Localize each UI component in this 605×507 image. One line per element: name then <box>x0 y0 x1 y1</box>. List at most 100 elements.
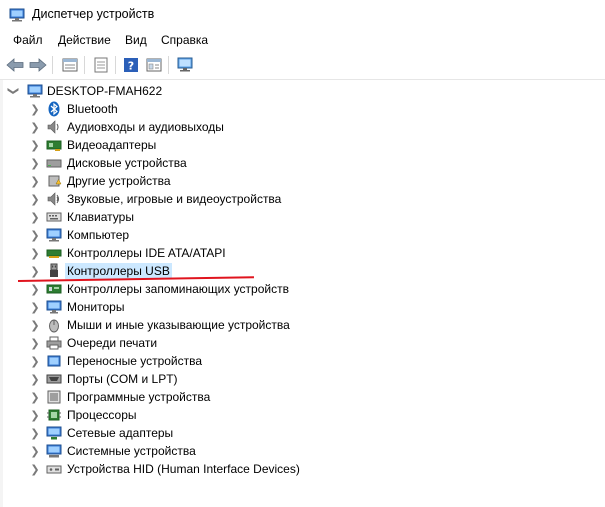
tree-item-label: Мыши и иные указывающие устройства <box>67 318 290 332</box>
tree-item-label: Переносные устройства <box>67 354 203 368</box>
chevron-right-icon[interactable]: ❯ <box>30 244 40 262</box>
tree-item-label: Bluetooth <box>67 102 118 116</box>
back-arrow-icon <box>6 58 24 72</box>
properties-button[interactable] <box>91 55 111 75</box>
scan-hardware-button[interactable] <box>175 55 195 75</box>
hid-icon <box>46 465 62 474</box>
chevron-right-icon[interactable]: ❯ <box>30 334 40 352</box>
tree-item-display-adapters[interactable]: ❯ Видеоадаптеры <box>0 136 400 154</box>
tree-item-mice[interactable]: ❯ Мыши и иные указывающие устройства <box>0 316 400 334</box>
tree-item-portable-devices[interactable]: ❯ Переносные устройства <box>0 352 400 370</box>
tree-item-software-devices[interactable]: ❯ Программные устройства <box>0 388 400 406</box>
ide-controller-icon <box>46 249 62 258</box>
tree-item-label: Компьютер <box>67 228 130 242</box>
processor-icon <box>47 409 61 421</box>
storage-controller-icon <box>46 284 62 294</box>
tree-item-system-devices[interactable]: ❯ Системные устройства <box>0 442 400 460</box>
help-button[interactable]: ? <box>121 55 141 75</box>
monitor-scan-icon <box>177 57 193 72</box>
chevron-right-icon[interactable]: ❯ <box>30 388 40 406</box>
tree-item-sound-video[interactable]: ❯ Звуковые, игровые и видеоустройства <box>0 190 400 208</box>
chevron-right-icon[interactable]: ❯ <box>30 136 40 154</box>
chevron-right-icon[interactable]: ❯ <box>30 100 40 118</box>
chevron-right-icon[interactable]: ❯ <box>30 154 40 172</box>
chevron-right-icon[interactable]: ❯ <box>30 226 40 244</box>
tree-item-bluetooth[interactable]: ❯ Bluetooth <box>0 100 400 118</box>
tree-item-label: Контроллеры USB <box>65 263 172 279</box>
chevron-right-icon[interactable]: ❯ <box>30 262 40 280</box>
unknown-device-icon <box>48 175 62 187</box>
portable-device-icon <box>47 355 61 367</box>
tree-item-label: Очереди печати <box>67 336 158 350</box>
device-view-icon <box>62 58 78 72</box>
view-devices-button[interactable] <box>60 55 80 75</box>
chevron-right-icon[interactable]: ❯ <box>30 316 40 334</box>
toolbar-separator <box>84 56 85 74</box>
tree-item-monitors[interactable]: ❯ Мониторы <box>0 298 400 316</box>
chevron-right-icon[interactable]: ❯ <box>30 352 40 370</box>
chevron-down-icon[interactable]: ❯ <box>5 86 23 96</box>
bluetooth-icon <box>48 101 60 117</box>
tree-item-other-devices[interactable]: ❯ Другие устройства <box>0 172 400 190</box>
port-icon <box>46 374 62 384</box>
toolbar-separator <box>168 56 169 74</box>
printer-icon <box>46 336 62 350</box>
menu-help[interactable]: Справка <box>161 33 208 47</box>
computer-icon <box>27 84 43 98</box>
chevron-right-icon[interactable]: ❯ <box>30 298 40 316</box>
tree-item-storage-controllers[interactable]: ❯ Контроллеры запоминающих устройств <box>0 280 400 298</box>
display-adapter-icon <box>46 140 62 151</box>
tree-item-processors[interactable]: ❯ Процессоры <box>0 406 400 424</box>
device-tree[interactable]: ❯ DESKTOP-FMAH622 ❯ Bluetooth ❯ Аудиовхо… <box>0 80 605 507</box>
tree-item-network-adapters[interactable]: ❯ Сетевые адаптеры <box>0 424 400 442</box>
chevron-right-icon[interactable]: ❯ <box>30 280 40 298</box>
chevron-right-icon[interactable]: ❯ <box>30 172 40 190</box>
toolbar-separator <box>115 56 116 74</box>
keyboard-icon <box>46 212 62 222</box>
tree-item-hid[interactable]: ❯ Устройства HID (Human Interface Device… <box>0 460 400 478</box>
chevron-right-icon[interactable]: ❯ <box>30 424 40 442</box>
sound-icon <box>47 192 59 206</box>
chevron-right-icon[interactable]: ❯ <box>30 460 40 478</box>
menu-view[interactable]: Вид <box>125 33 147 47</box>
forward-button[interactable] <box>28 55 48 75</box>
chevron-right-icon[interactable]: ❯ <box>30 190 40 208</box>
chevron-right-icon[interactable]: ❯ <box>30 442 40 460</box>
tree-item-ide-controllers[interactable]: ❯ Контроллеры IDE ATA/ATAPI <box>0 244 400 262</box>
view-resources-button[interactable] <box>144 55 164 75</box>
tree-item-label: Сетевые адаптеры <box>67 426 174 440</box>
toolbar-separator <box>52 56 53 74</box>
tree-item-label: Видеоадаптеры <box>67 138 157 152</box>
resources-view-icon <box>146 58 162 72</box>
properties-icon <box>94 57 108 73</box>
chevron-right-icon[interactable]: ❯ <box>30 370 40 388</box>
tree-item-label: Системные устройства <box>67 444 196 458</box>
tree-item-print-queues[interactable]: ❯ Очереди печати <box>0 334 400 352</box>
usb-icon <box>50 263 58 277</box>
menu-action[interactable]: Действие <box>58 33 111 47</box>
system-device-icon <box>46 444 62 458</box>
tree-item-ports[interactable]: ❯ Порты (COM и LPT) <box>0 370 400 388</box>
monitor-icon <box>46 300 62 314</box>
tree-root[interactable]: ❯ DESKTOP-FMAH622 <box>0 82 300 100</box>
tree-item-label: Дисковые устройства <box>67 156 187 170</box>
tree-item-label: Контроллеры запоминающих устройств <box>67 282 289 296</box>
window-title: Диспетчер устройств <box>32 7 155 21</box>
menu-file[interactable]: Файл <box>13 33 43 47</box>
chevron-right-icon[interactable]: ❯ <box>30 208 40 226</box>
svg-text:?: ? <box>128 60 134 73</box>
toolbar: ? <box>0 51 605 80</box>
chevron-right-icon[interactable]: ❯ <box>30 406 40 424</box>
tree-item-label: Звуковые, игровые и видеоустройства <box>67 192 282 206</box>
forward-arrow-icon <box>29 58 47 72</box>
tree-item-label: Процессоры <box>67 408 137 422</box>
help-icon: ? <box>124 58 138 73</box>
tree-item-computer[interactable]: ❯ Компьютер <box>0 226 400 244</box>
tree-item-audio-io[interactable]: ❯ Аудиовходы и аудиовыходы <box>0 118 400 136</box>
software-device-icon <box>47 390 61 404</box>
chevron-right-icon[interactable]: ❯ <box>30 118 40 136</box>
tree-item-disk-drives[interactable]: ❯ Дисковые устройства <box>0 154 400 172</box>
back-button[interactable] <box>5 55 25 75</box>
title-bar: Диспетчер устройств <box>0 0 605 30</box>
tree-item-keyboards[interactable]: ❯ Клавиатуры <box>0 208 400 226</box>
